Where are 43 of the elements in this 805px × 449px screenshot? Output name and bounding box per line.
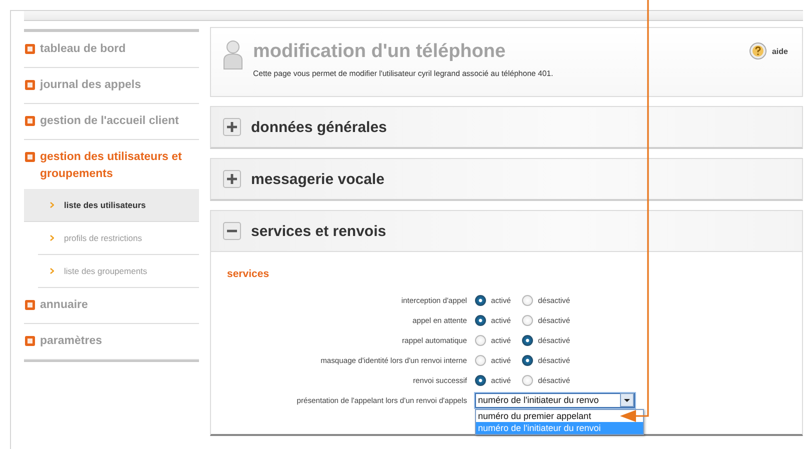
sidebar-item[interactable]: annuaire xyxy=(24,288,199,324)
bullet-icon xyxy=(25,152,35,162)
page-title: modification d'un téléphone xyxy=(253,40,507,64)
sidebar-subitem[interactable]: liste des utilisateurs xyxy=(24,189,199,222)
dropdown-option[interactable]: numéro de l'initiateur du renvoi xyxy=(476,422,643,434)
section-header[interactable]: messagerie vocale xyxy=(211,159,802,199)
section-header[interactable]: services et renvois xyxy=(211,211,802,251)
dropdown-option[interactable]: numéro du premier appelant xyxy=(476,410,643,422)
radio-button[interactable] xyxy=(522,354,533,366)
toggle-icon xyxy=(223,222,241,240)
dropdown[interactable]: numéro de l'initiateur du renvo xyxy=(475,392,635,408)
chevron-icon xyxy=(50,202,54,208)
sidebar-item[interactable]: gestion de l'accueil client xyxy=(24,104,199,140)
toggle-icon xyxy=(223,118,241,136)
radio-button[interactable] xyxy=(475,334,486,346)
section-header[interactable]: données générales xyxy=(211,107,802,147)
radio-button[interactable] xyxy=(475,354,486,366)
sidebar-subitem[interactable]: profils de restrictions xyxy=(38,222,199,255)
sidebar-item[interactable]: paramètres xyxy=(24,324,199,360)
bullet-icon xyxy=(25,336,35,346)
radio-button[interactable] xyxy=(522,374,533,386)
help-link[interactable]: aide xyxy=(772,46,788,56)
bullet-icon xyxy=(25,300,35,310)
sidebar-subitem[interactable]: liste des groupements xyxy=(38,255,199,288)
bullet-icon xyxy=(25,44,35,54)
user-icon xyxy=(223,40,243,70)
radio-button[interactable] xyxy=(522,314,533,326)
radio-button[interactable] xyxy=(475,374,486,386)
bullet-icon xyxy=(25,116,35,126)
radio-button[interactable] xyxy=(475,314,486,326)
chevron-icon xyxy=(50,268,54,274)
help-icon[interactable] xyxy=(748,42,767,60)
radio-button[interactable] xyxy=(522,334,533,346)
chevron-icon xyxy=(50,235,54,241)
section-heading: services xyxy=(227,268,270,280)
radio-button[interactable] xyxy=(522,294,533,306)
sidebar-item[interactable]: tableau de bord xyxy=(24,32,199,68)
caret-icon xyxy=(620,393,634,407)
toggle-icon xyxy=(223,170,241,188)
sidebar-item[interactable]: gestion des utilisateurs et groupements xyxy=(24,140,199,189)
bullet-icon xyxy=(25,80,35,90)
sidebar-item[interactable]: journal des appels xyxy=(24,68,199,104)
radio-button[interactable] xyxy=(475,294,486,306)
